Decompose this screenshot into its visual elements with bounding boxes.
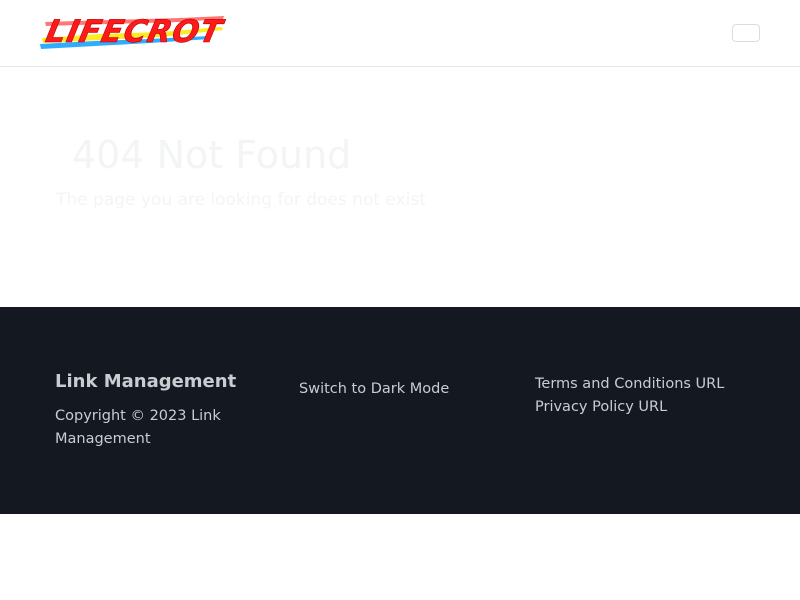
page-subtitle: The page you are looking for does not ex… [56,190,426,210]
site-header: LIFECROT [0,0,800,67]
terms-link[interactable]: Terms and Conditions URL [535,373,724,396]
footer-links: Terms and Conditions URL Privacy Policy … [535,373,724,419]
footer-copyright: Copyright © 2023 Link Management [55,408,221,447]
logo-image: LIFECROT [40,14,226,50]
logo-text: LIFECROT [43,14,226,50]
menu-toggle-button[interactable] [732,24,760,42]
site-footer: Link Management Copyright © 2023 Link Ma… [0,307,800,514]
page-title: 404 Not Found [72,133,352,177]
site-logo[interactable]: LIFECROT [40,10,226,56]
dark-mode-toggle[interactable]: Switch to Dark Mode [299,381,449,397]
footer-brand: Link Management [55,371,237,392]
privacy-link[interactable]: Privacy Policy URL [535,396,724,419]
